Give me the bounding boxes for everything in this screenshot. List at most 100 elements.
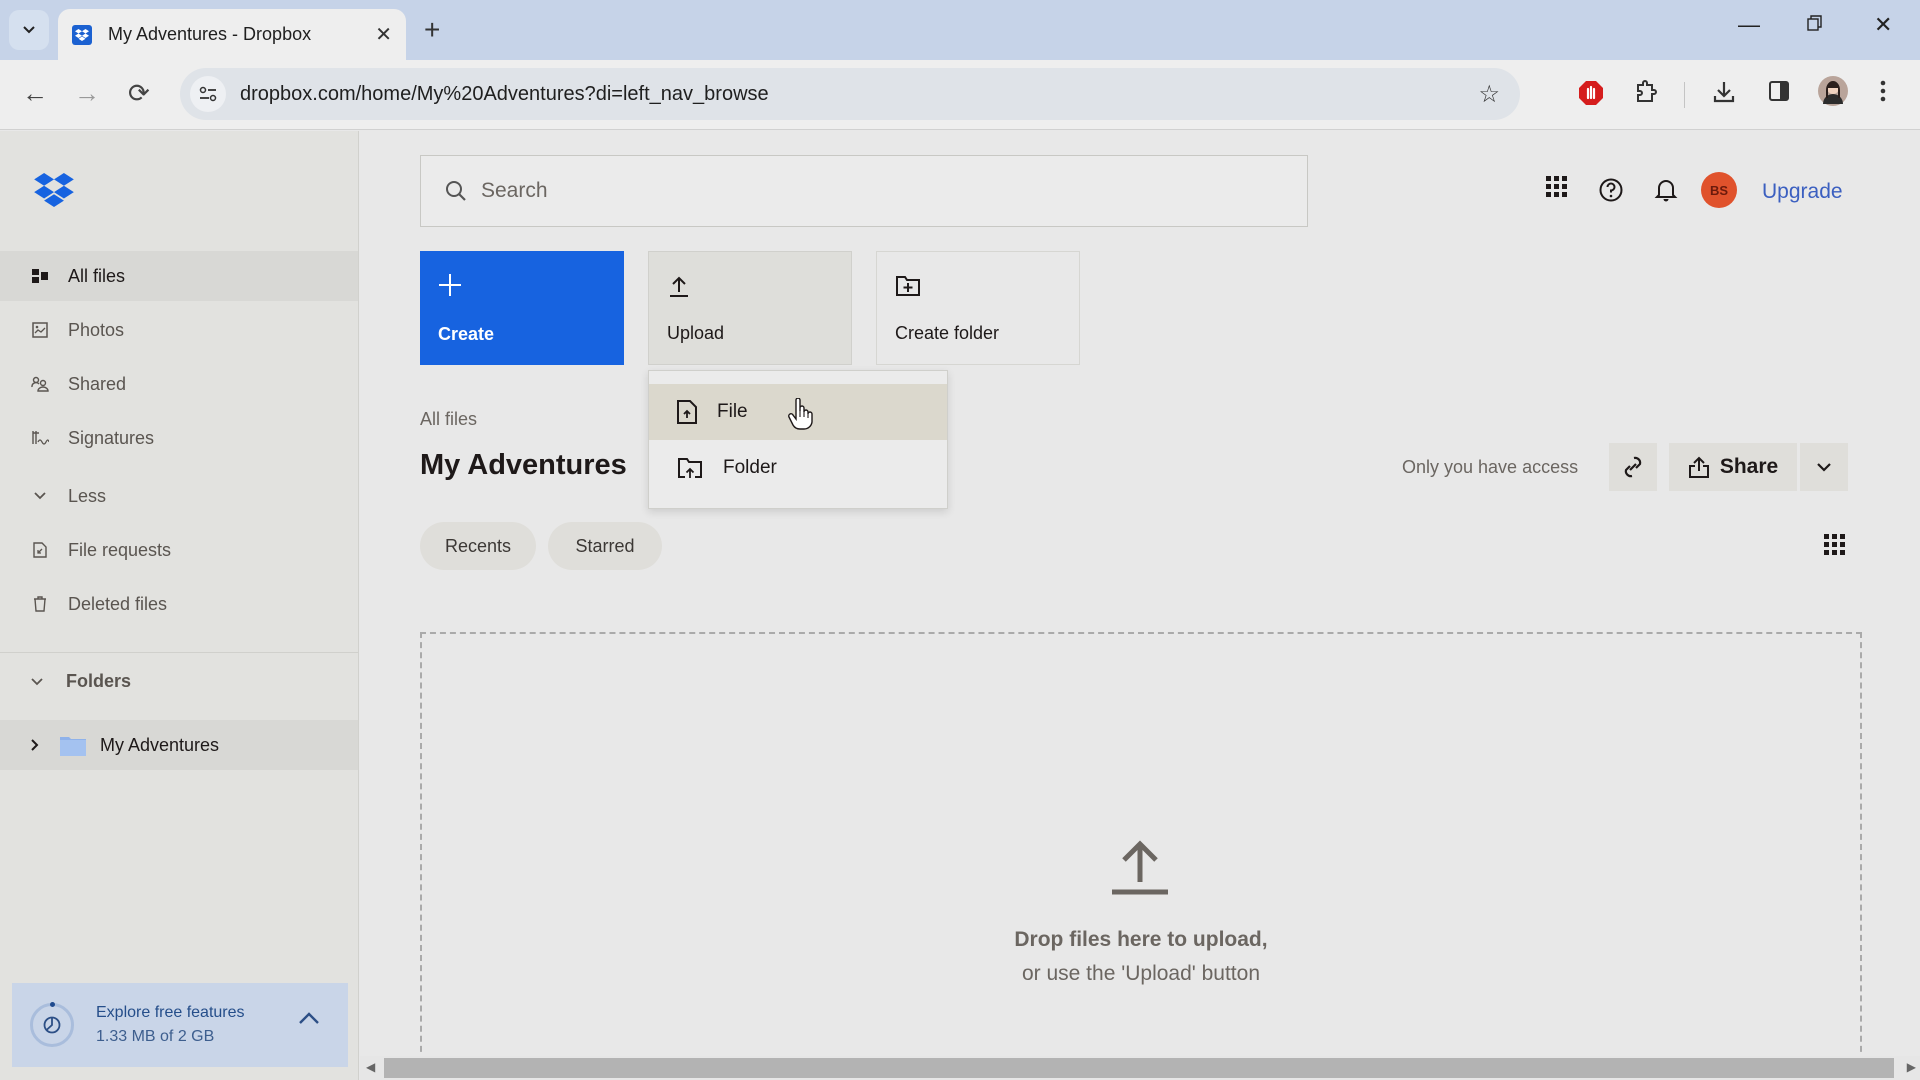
profile-avatar[interactable]	[1818, 76, 1848, 113]
chevron-up-icon[interactable]	[298, 1011, 320, 1025]
upload-arrow-icon	[1110, 840, 1170, 901]
toolbar-divider	[1684, 82, 1685, 108]
new-tab-icon[interactable]: +	[424, 14, 440, 46]
file-requests-icon	[30, 542, 50, 558]
url-text[interactable]: dropbox.com/home/My%20Adventures?di=left…	[240, 83, 769, 106]
photos-icon	[30, 322, 50, 338]
sidebar-item-photos[interactable]: Photos	[0, 305, 358, 355]
bookmark-star-icon[interactable]: ☆	[1478, 80, 1500, 109]
upload-menu: File Folder	[648, 370, 948, 509]
explore-free-features-banner[interactable]: Explore free features 1.33 MB of 2 GB	[12, 983, 348, 1067]
explore-title: Explore free features	[96, 1004, 245, 1021]
address-bar[interactable]: dropbox.com/home/My%20Adventures?di=left…	[180, 68, 1520, 120]
browser-toolbar: ← → ⟳ dropbox.com/home/My%20Adventures?d…	[0, 60, 1920, 130]
scroll-left-arrow-icon[interactable]: ◀	[366, 1060, 375, 1074]
sidebar-item-label: All files	[68, 265, 126, 286]
chevron-down-icon	[1817, 463, 1831, 472]
sidebar-item-shared[interactable]: Shared	[0, 359, 358, 409]
search-bar[interactable]	[420, 155, 1308, 227]
folder-icon	[60, 737, 86, 756]
notifications-bell-icon[interactable]	[1654, 178, 1678, 207]
folders-section-toggle[interactable]: Folders	[30, 671, 131, 692]
all-files-icon	[30, 269, 50, 283]
browser-tab-active[interactable]: My Adventures - Dropbox ✕	[58, 9, 406, 60]
create-folder-label: Create folder	[895, 323, 1000, 343]
upload-label: Upload	[667, 323, 725, 343]
site-settings-icon[interactable]	[190, 76, 226, 112]
sidebar-item-signatures[interactable]: Signatures	[0, 413, 358, 463]
create-folder-button[interactable]: Create folder	[876, 251, 1080, 365]
copy-link-button[interactable]	[1609, 443, 1657, 491]
minimize-icon[interactable]: —	[1738, 12, 1760, 38]
create-label: Create	[438, 324, 495, 344]
share-button[interactable]: Share	[1669, 443, 1797, 491]
restore-icon[interactable]	[1806, 12, 1824, 38]
folder-label: My Adventures	[100, 734, 220, 755]
upload-menu-item-folder[interactable]: Folder	[649, 440, 947, 496]
sidebar-item-file-requests[interactable]: File requests	[0, 525, 358, 575]
user-avatar[interactable]: BS	[1701, 172, 1737, 208]
breadcrumb-all-files[interactable]: All files	[420, 409, 477, 430]
close-tab-icon[interactable]: ✕	[375, 22, 392, 47]
upload-button[interactable]: Upload	[648, 251, 852, 365]
apps-grid-icon[interactable]	[1546, 176, 1568, 203]
upgrade-link[interactable]: Upgrade	[1762, 180, 1843, 204]
forward-icon[interactable]: →	[74, 78, 100, 109]
sidebar-folder-my-adventures[interactable]: My Adventures	[0, 720, 358, 770]
upload-icon	[670, 276, 688, 297]
close-window-icon[interactable]: ✕	[1874, 12, 1892, 38]
plus-icon	[439, 274, 461, 296]
dropbox-logo[interactable]	[34, 173, 74, 212]
reload-icon[interactable]: ⟳	[128, 78, 150, 109]
sidebar-item-label: Shared	[68, 373, 127, 394]
sidebar-item-label: File requests	[68, 539, 172, 560]
search-input[interactable]	[481, 179, 1261, 203]
menu-item-label: File	[717, 401, 748, 422]
search-icon	[446, 181, 466, 201]
horizontal-scrollbar[interactable]: ◀ ▶	[360, 1056, 1920, 1080]
dropbox-favicon	[72, 24, 92, 45]
side-panel-icon[interactable]	[1768, 80, 1790, 109]
chevron-down-icon	[31, 677, 43, 685]
filter-chip-recents[interactable]: Recents	[420, 522, 536, 570]
menu-kebab-icon[interactable]	[1880, 80, 1886, 109]
share-label: Share	[1719, 455, 1779, 478]
sidebar-item-less[interactable]: Less	[0, 471, 358, 521]
browser-titlebar: My Adventures - Dropbox ✕ + — ✕	[0, 0, 1920, 60]
folders-heading: Folders	[66, 671, 132, 691]
pie-clock-icon	[43, 1016, 61, 1034]
downloads-icon[interactable]	[1712, 80, 1736, 111]
chevron-down-icon	[23, 26, 35, 34]
shared-icon	[30, 376, 50, 392]
tab-search-button[interactable]	[9, 10, 49, 50]
access-status-text: Only you have access	[1402, 457, 1579, 477]
folder-plus-icon	[896, 276, 920, 296]
sidebar-item-all-files[interactable]: All files	[0, 251, 358, 301]
sidebar: All files Photos Shared Signatures Less …	[0, 131, 359, 1080]
page-title: My Adventures	[420, 449, 627, 481]
adblock-icon[interactable]	[1578, 80, 1604, 113]
folder-upload-icon	[677, 457, 703, 479]
sidebar-item-deleted-files[interactable]: Deleted files	[0, 579, 358, 629]
create-button[interactable]: Create	[420, 251, 624, 365]
help-icon[interactable]	[1599, 178, 1623, 207]
trash-icon	[30, 596, 50, 612]
chevron-down-icon	[30, 491, 50, 501]
signatures-icon	[30, 430, 50, 446]
back-icon[interactable]: ←	[22, 78, 48, 109]
share-options-dropdown[interactable]	[1800, 443, 1848, 491]
grid-view-toggle-icon[interactable]	[1824, 534, 1846, 561]
sidebar-divider	[0, 652, 358, 653]
sidebar-item-label: Signatures	[68, 427, 155, 448]
storage-usage-text: 1.33 MB of 2 GB	[96, 1028, 215, 1045]
scrollbar-thumb[interactable]	[384, 1058, 1894, 1078]
scroll-right-arrow-icon[interactable]: ▶	[1907, 1060, 1916, 1074]
filter-chip-starred[interactable]: Starred	[548, 522, 662, 570]
share-icon	[1688, 456, 1709, 478]
chevron-right-icon[interactable]	[30, 738, 40, 752]
hand-pointer-cursor	[788, 397, 814, 435]
storage-usage-ring	[30, 1002, 74, 1047]
tab-title: My Adventures - Dropbox	[108, 24, 312, 44]
sidebar-item-label: Deleted files	[68, 593, 168, 614]
extensions-icon[interactable]	[1634, 80, 1658, 111]
